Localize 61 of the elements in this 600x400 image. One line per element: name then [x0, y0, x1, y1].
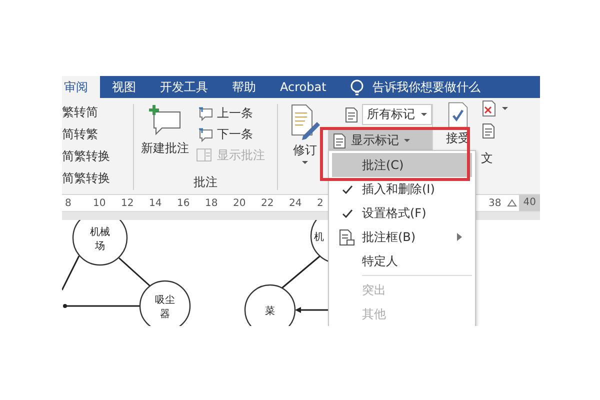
ruler-number: 22: [261, 198, 275, 208]
conversion-command[interactable]: 简繁转换: [62, 170, 131, 187]
arrow: [295, 307, 328, 313]
ruler-number: 18: [205, 198, 219, 208]
menu-item[interactable]: 批注框(B): [332, 225, 472, 249]
panel-icon: [196, 148, 213, 162]
menu-item[interactable]: 批注(C): [332, 153, 472, 177]
conversion-command[interactable]: 繁转简: [62, 104, 131, 121]
caret-icon: [502, 107, 508, 110]
node-label: 吸尘 器: [155, 295, 175, 320]
document-icon: [344, 106, 358, 122]
indent-marker-icon: [507, 199, 518, 207]
document-check-icon: [447, 102, 469, 128]
group-label: 批注: [192, 174, 218, 191]
ribbon-tab[interactable]: 开发工具: [148, 76, 220, 98]
document-icon: [481, 123, 496, 140]
connector-line: [118, 257, 150, 287]
comment-arrow-icon: [196, 106, 213, 120]
tell-me-field[interactable]: 告诉我你想要做什么: [350, 76, 480, 98]
connector-line: [282, 255, 320, 289]
caret-icon: [404, 139, 410, 142]
balloon-icon: [339, 228, 355, 246]
ribbon-tab[interactable]: 审阅: [62, 76, 100, 98]
conversion-command[interactable]: 简转繁: [62, 126, 131, 143]
ruler-number: 8: [65, 198, 72, 208]
ruler-number: 2: [317, 198, 324, 208]
menu-item[interactable]: 插入和删除(I): [332, 177, 472, 201]
connector-line: [62, 256, 80, 290]
comment-arrow-icon: [196, 126, 213, 142]
node-label: 机: [314, 232, 324, 243]
group-label: 文: [481, 150, 494, 167]
new-comment-button[interactable]: 新建批注: [140, 102, 190, 164]
document-pencil-icon: [289, 104, 321, 140]
markup-dropdown[interactable]: 所有标记: [362, 104, 432, 125]
ruler-number: 24: [289, 198, 303, 208]
reject-button[interactable]: [481, 100, 508, 117]
show-markup-button[interactable]: 显示标记: [328, 130, 432, 151]
ruler-number: 40: [519, 195, 540, 211]
ribbon-tab[interactable]: 帮助: [220, 76, 268, 98]
ribbon-tab[interactable]: Acrobat: [268, 76, 338, 98]
conversion-command[interactable]: 简繁转换: [62, 148, 131, 165]
ruler-number: 12: [121, 198, 135, 208]
caret-icon: [421, 113, 427, 116]
previous-comment-button[interactable]: 上一条: [196, 104, 265, 122]
comment-plus-icon: [148, 104, 182, 136]
lightbulb-icon: [350, 78, 364, 96]
menu-item[interactable]: 设置格式(F): [332, 201, 472, 225]
track-changes-button[interactable]: 修订: [288, 102, 322, 194]
node-label: 机械 场: [90, 227, 110, 252]
ruler-number: 10: [93, 198, 107, 208]
diagram-node: [72, 220, 128, 266]
next-comment-button[interactable]: 下一条: [196, 125, 265, 143]
ruler-number: 14: [149, 198, 163, 208]
menu-item[interactable]: 特定人: [332, 249, 472, 273]
ruler-number: 16: [177, 198, 191, 208]
tell-me-placeholder: 告诉我你想要做什么: [372, 78, 480, 96]
caret-icon: [302, 161, 308, 164]
ribbon-tab[interactable]: 视图: [100, 76, 148, 98]
ruler-number: 20: [233, 198, 247, 208]
ruler-number: 38: [488, 198, 502, 208]
node-label: 菜: [265, 306, 275, 317]
